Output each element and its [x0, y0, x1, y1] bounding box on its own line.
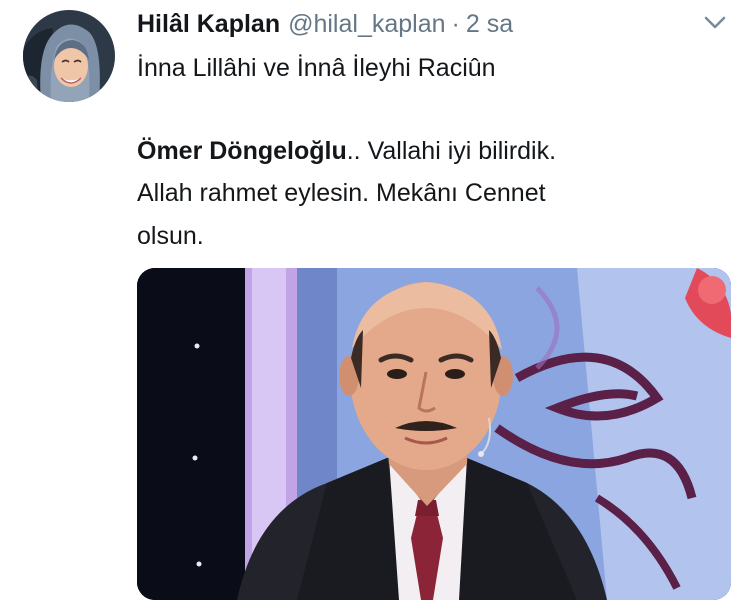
tweet-text-line-2-rest: .. Vallahi iyi bilirdik.: [346, 137, 557, 165]
tweet-text-line-3: Allah rahmet eylesin. Mekânı Cennet: [137, 179, 546, 207]
mentioned-name: Ömer Döngeloğlu: [137, 137, 347, 165]
chevron-down-icon: [704, 16, 726, 29]
tweet-media-photo[interactable]: [137, 268, 731, 600]
photo-portrait: [137, 268, 731, 600]
author-handle[interactable]: @hilal_kaplan: [288, 7, 445, 41]
tweet-menu-button[interactable]: [700, 10, 730, 36]
separator-dot: ·: [451, 10, 460, 38]
tweet-header: Hilâl Kaplan @hilal_kaplan · 2 sa: [137, 7, 513, 41]
tweet-text-line-1: İnna Lillâhi ve İnnâ İleyhi Raciûn: [137, 54, 496, 82]
tweet[interactable]: Hilâl Kaplan @hilal_kaplan · 2 sa İnna L…: [0, 0, 750, 606]
avatar-image: [23, 10, 115, 102]
avatar[interactable]: [23, 10, 115, 102]
tweet-text-line-4: olsun.: [137, 222, 204, 250]
author-name[interactable]: Hilâl Kaplan: [137, 7, 280, 41]
tweet-text-line-2: Ömer Döngeloğlu.. Vallahi iyi bilirdik.: [137, 134, 556, 168]
timestamp[interactable]: 2 sa: [466, 7, 513, 41]
